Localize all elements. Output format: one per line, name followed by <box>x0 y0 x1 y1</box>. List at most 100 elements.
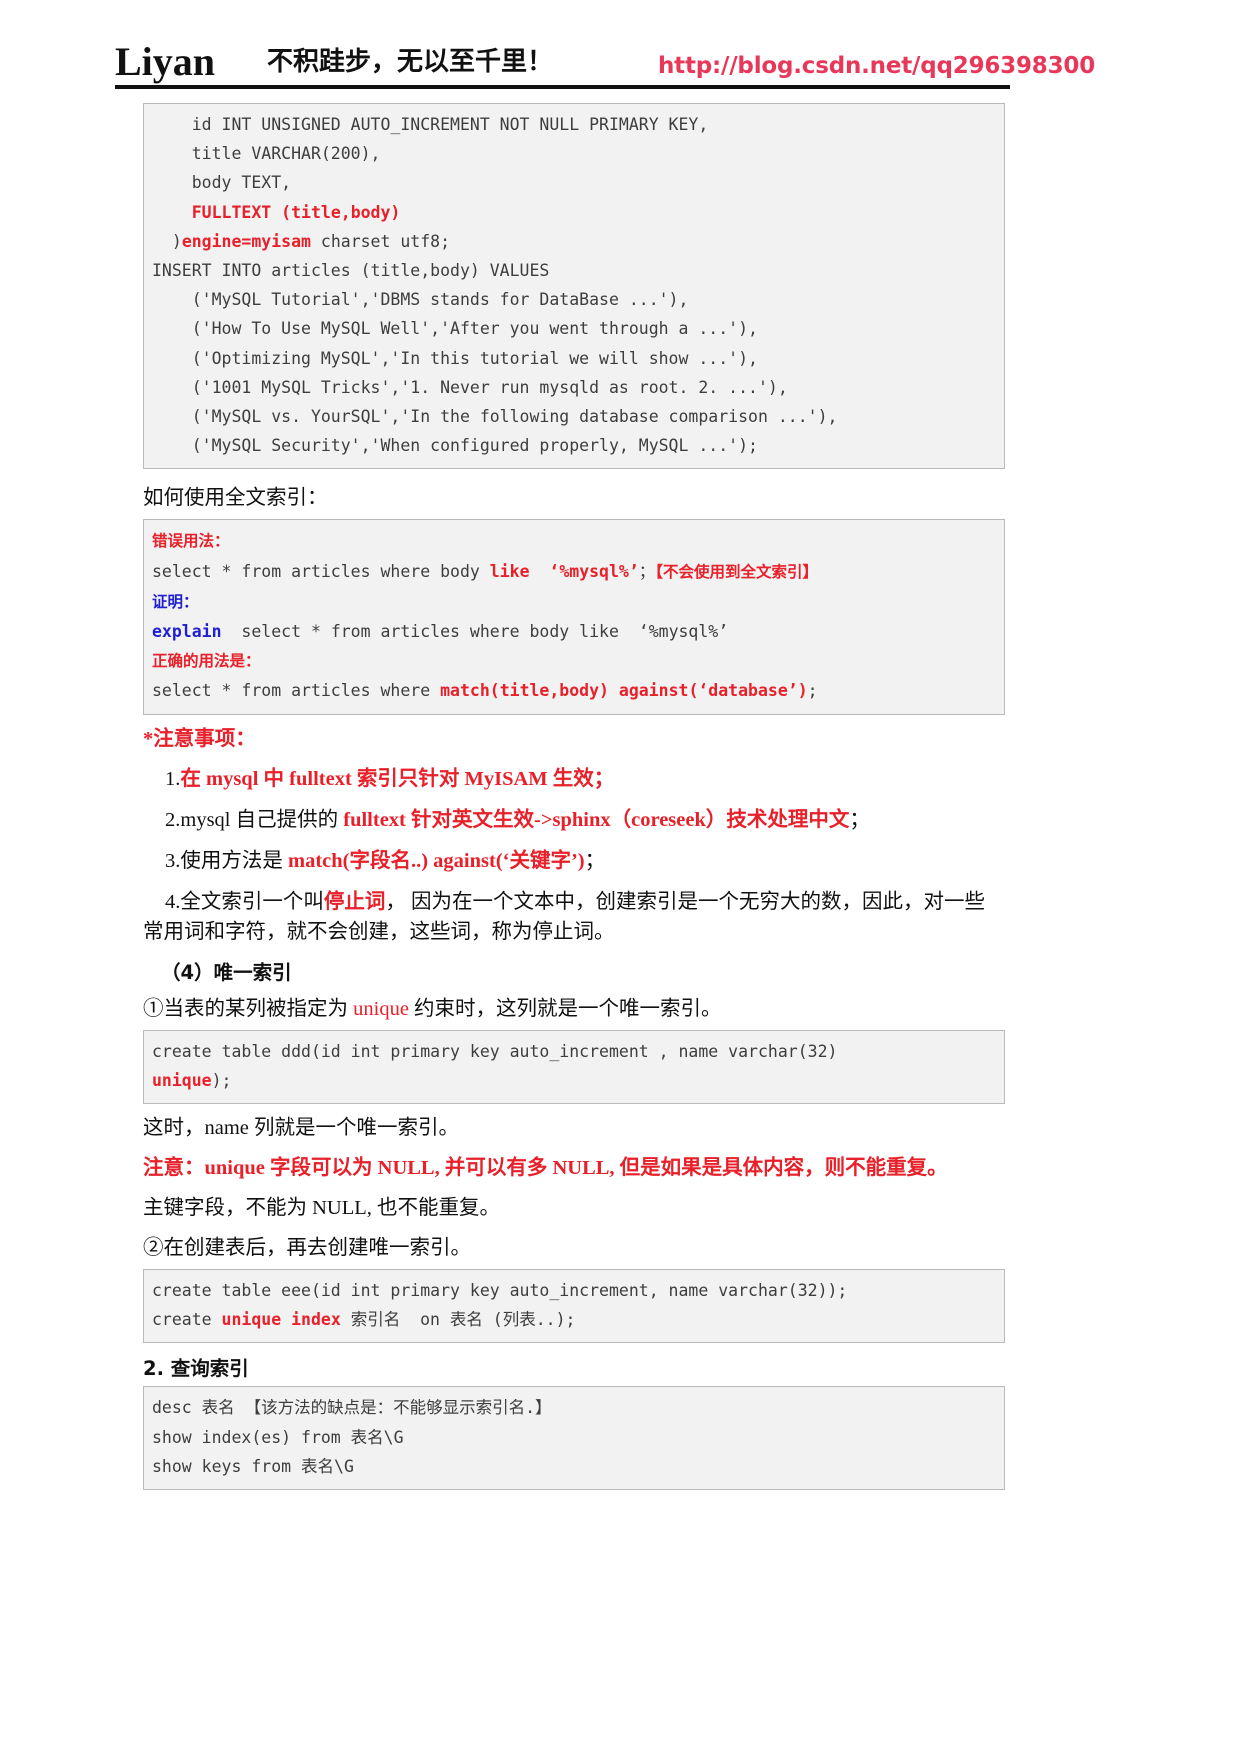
text-segment: charset utf8; <box>310 231 451 251</box>
text-segment: 使用方法是 <box>180 849 288 872</box>
section-heading-query-index: 2. 查询索引 <box>143 1357 249 1381</box>
code-line: FULLTEXT (title,body) <box>152 198 996 227</box>
code-line: select * from articles where body like ‘… <box>152 557 996 587</box>
banner-logo: Liyan <box>115 39 216 84</box>
text-segment <box>152 203 192 222</box>
text-segment: 在 mysql 中 fulltext 索引只针对 MyISAM 生效； <box>180 767 615 790</box>
code-line: show keys from 表名\G <box>152 1452 996 1481</box>
code-line: body TEXT, <box>152 168 996 197</box>
text-segment: select * from articles where body <box>152 561 490 581</box>
code-line: ('1001 MySQL Tricks','1. Never run mysql… <box>152 373 996 402</box>
code-line: ('MySQL vs. YourSQL','In the following d… <box>152 402 996 431</box>
paragraph-how-to-use-fulltext: 如何使用全文索引： <box>143 487 328 510</box>
text-segment: 【不会使用到全文索引】 <box>655 562 819 581</box>
text-segment: body TEXT, <box>152 173 292 193</box>
unique-index-point-1: ①当表的某列被指定为 unique 约束时，这列就是一个唯一索引。 <box>143 994 1005 1025</box>
primary-key-note: 主键字段，不能为 NULL, 也不能重复。 <box>143 1197 501 1220</box>
notice-item-number: 2. <box>165 808 181 831</box>
text-segment: ('How To Use MySQL Well','After you went… <box>152 319 758 339</box>
text-segment: create table eee(id int primary key auto… <box>152 1281 848 1301</box>
fulltext-usage-code: 错误用法： select * from articles where body l… <box>143 519 1005 715</box>
notice-item: 3.使用方法是 match(字段名..) against(‘关键字’)； <box>143 846 1005 876</box>
create-table-ddd-code: create table ddd(id int primary key auto… <box>143 1029 1005 1105</box>
text-segment: show index(es) from 表名\G <box>152 1427 404 1447</box>
text-segment: INSERT INTO articles (title,body) VALUES <box>152 261 550 281</box>
text-segment: mysql 自己提供的 <box>180 808 344 831</box>
text-segment: ('1001 MySQL Tricks','1. Never run mysql… <box>152 377 788 397</box>
notice-item: 2.mysql 自己提供的 fulltext 针对英文生效->sphinx（co… <box>143 805 1005 835</box>
text-segment: ('MySQL Security','When configured prope… <box>152 436 758 456</box>
code-line: explain select * from articles where bod… <box>152 617 996 646</box>
unique-index-point-2: ②在创建表后，再去创建唯一索引。 <box>143 1237 471 1260</box>
text-segment: create table ddd(id int primary key auto… <box>152 1041 838 1061</box>
document-page: Liyan 不积跬步，无以至千里！ http://blog.csdn.net/q… <box>0 0 1241 1754</box>
create-unique-index-code: create table eee(id int primary key auto… <box>143 1269 1005 1344</box>
unique-index-after-code-note: 这时，name 列就是一个唯一索引。 <box>143 1117 460 1140</box>
text-segment: fulltext 针对英文生效->sphinx（coreseek）技术处理中文 <box>343 808 850 831</box>
text-segment: like <box>489 561 530 581</box>
text-segment: ) <box>152 231 182 251</box>
text-segment: create <box>152 1310 222 1330</box>
code-line: )engine=myisam charset utf8; <box>152 227 996 256</box>
notice-item: 1.在 mysql 中 fulltext 索引只针对 MyISAM 生效； <box>143 764 1005 794</box>
text-segment: 索引名 on 表名 (列表..); <box>340 1310 576 1330</box>
text-segment: 证明： <box>152 592 199 611</box>
notice-item: 4.全文索引一个叫停止词， 因为在一个文本中，创建索引是一个无穷大的数，因此，对… <box>143 887 1005 947</box>
code-line: 错误用法： <box>152 526 996 556</box>
query-index-code: desc 表名 【该方法的缺点是：不能够显示索引名.】 show index(es… <box>143 1386 1005 1491</box>
text-segment: ('MySQL vs. YourSQL','In the following d… <box>152 407 838 427</box>
code-line: show index(es) from 表名\G <box>152 1423 996 1452</box>
banner-divider <box>115 85 1010 89</box>
text-segment: ); <box>211 1070 232 1090</box>
banner-blog-url: http://blog.csdn.net/qq296398300 <box>658 53 1096 79</box>
code-line: create table ddd(id int primary key auto… <box>152 1037 996 1066</box>
code-line: desc 表名 【该方法的缺点是：不能够显示索引名.】 <box>152 1393 996 1422</box>
code-line: ('MySQL Security','When configured prope… <box>152 431 996 460</box>
text-segment: ‘%mysql%’ <box>549 561 639 581</box>
text-segment: match(字段名..) against(‘关键字’) <box>288 849 585 872</box>
text-segment: id INT UNSIGNED AUTO_INCREMENT NOT NULL … <box>152 115 709 134</box>
code-line: create unique index 索引名 on 表名 (列表..); <box>152 1305 996 1334</box>
code-line: ('MySQL Tutorial','DBMS stands for DataB… <box>152 285 996 314</box>
code-line: INSERT INTO articles (title,body) VALUES <box>152 256 996 285</box>
text-segment: ; <box>807 681 818 701</box>
unique-null-warning: 注意：unique 字段可以为 NULL, 并可以有多 NULL, 但是如果是具… <box>143 1157 948 1180</box>
text-segment: title VARCHAR(200), <box>152 144 381 164</box>
code-line: ('Optimizing MySQL','In this tutorial we… <box>152 344 996 373</box>
text-segment: match(title,body) against(‘database’) <box>440 681 808 701</box>
text-segment: ； <box>849 808 870 831</box>
text-segment: ； <box>638 561 656 581</box>
code-line: 证明： <box>152 587 996 617</box>
text-segment: unique index <box>221 1310 341 1330</box>
notice-item-number: 1. <box>165 767 181 790</box>
create-table-articles-code: id INT UNSIGNED AUTO_INCREMENT NOT NULL … <box>143 103 1005 470</box>
notice-item-number: 3. <box>165 849 181 872</box>
code-line: select * from articles where match(title… <box>152 676 996 705</box>
text-segment: select * from articles where <box>152 681 441 701</box>
text-segment: FULLTEXT (title,body) <box>191 202 401 222</box>
text-segment: explain <box>152 622 222 642</box>
watermark-banner: Liyan 不积跬步，无以至千里！ http://blog.csdn.net/q… <box>115 34 1095 90</box>
document-content: id INT UNSIGNED AUTO_INCREMENT NOT NULL … <box>143 103 1005 1491</box>
code-line: id INT UNSIGNED AUTO_INCREMENT NOT NULL … <box>152 110 996 139</box>
text-segment: engine=myisam <box>181 231 311 251</box>
code-line: unique); <box>152 1066 996 1095</box>
text-segment: desc 表名 【该方法的缺点是：不能够显示索引名.】 <box>152 1398 552 1418</box>
text-segment: select * from articles where body like ‘… <box>221 622 729 642</box>
text-segment: ('MySQL Tutorial','DBMS stands for DataB… <box>152 290 689 310</box>
text-segment: unique <box>353 997 409 1020</box>
notice-item-number: 4. <box>165 890 181 913</box>
text-segment: 全文索引一个叫 <box>180 890 324 913</box>
text-segment: ①当表的某列被指定为 <box>143 997 354 1020</box>
text-segment: 错误用法： <box>152 532 230 551</box>
code-line: 正确的用法是： <box>152 646 996 676</box>
text-segment <box>530 562 550 581</box>
text-segment: ('Optimizing MySQL','In this tutorial we… <box>152 348 758 368</box>
code-line: create table eee(id int primary key auto… <box>152 1276 996 1305</box>
notice-heading: *注意事项： <box>143 727 256 750</box>
section-heading-unique-index: （4）唯一索引 <box>161 960 292 984</box>
text-segment: unique <box>152 1070 212 1090</box>
code-line: title VARCHAR(200), <box>152 139 996 168</box>
text-segment: 约束时，这列就是一个唯一索引。 <box>408 997 722 1020</box>
text-segment: 停止词 <box>323 890 386 913</box>
